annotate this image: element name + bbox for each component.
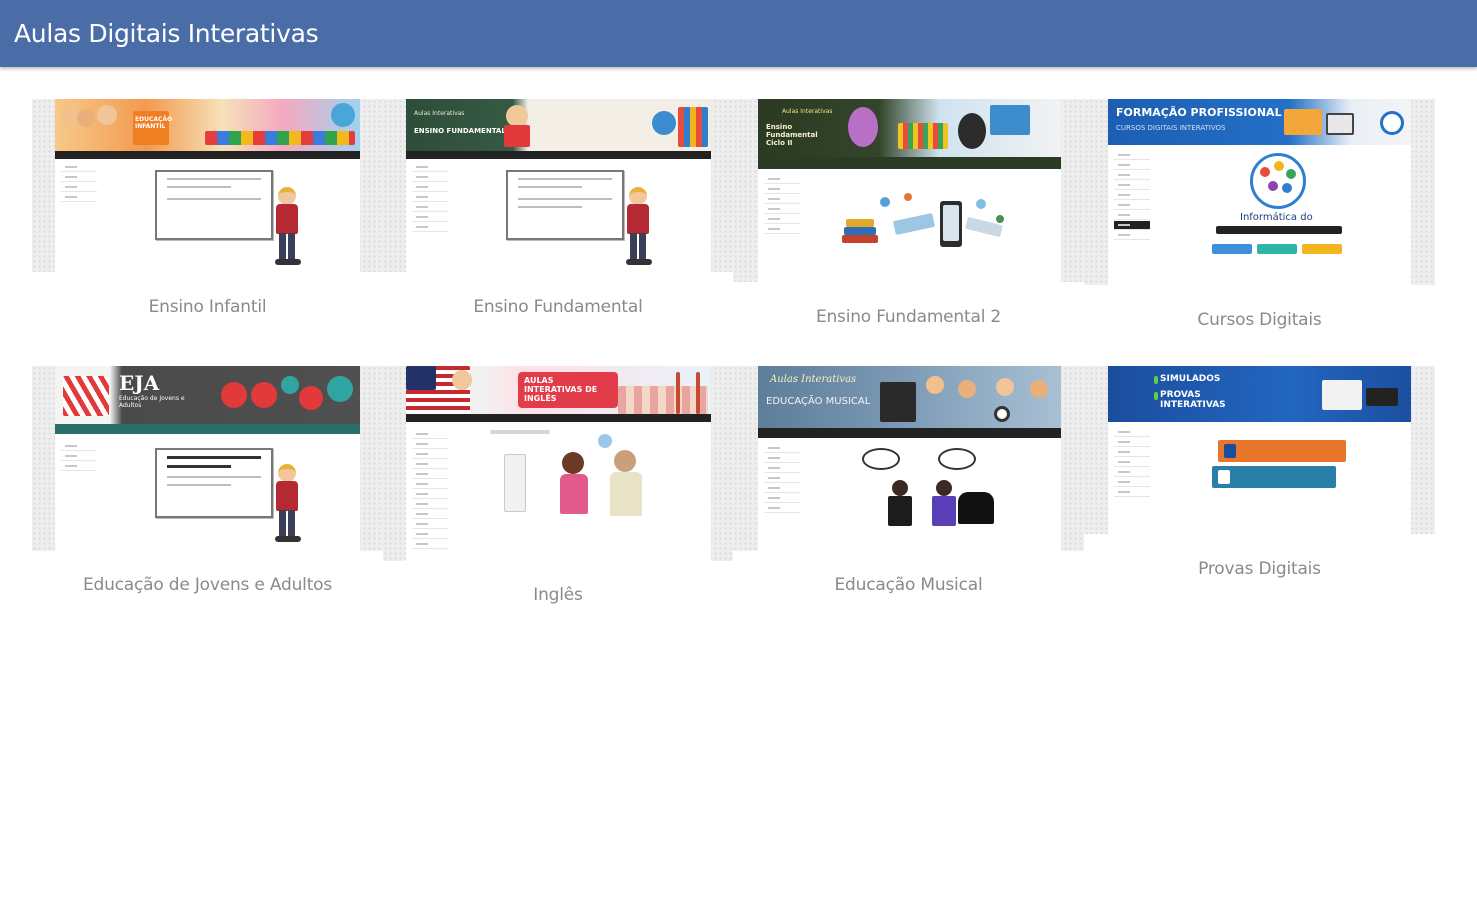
tile-caption[interactable]: Inglês: [383, 585, 733, 605]
tile-thumbnail[interactable]: EJA Educação de Jovens e Adultos: [32, 366, 383, 551]
banner-text: AULAS INTERATIVAS DE INGLÊS: [524, 376, 598, 404]
whiteboard: [155, 170, 273, 240]
whiteboard: [506, 170, 624, 240]
banner-subtitle: ENSINO FUNDAMENTAL I: [414, 127, 511, 135]
tile-caption[interactable]: Cursos Digitais: [1084, 310, 1435, 330]
banner-text: Aulas Interativas: [782, 108, 833, 115]
banner-image: EDUCAÇÃO INFANTIL: [55, 99, 360, 151]
sidebar-menu: [61, 442, 97, 472]
informatica-logo: [1250, 153, 1306, 209]
banner-subtitle: EDUCAÇÃO MUSICAL: [766, 396, 871, 407]
books-illustration: [840, 191, 1016, 263]
app-bar: Aulas Digitais Interativas: [0, 0, 1477, 67]
banner-text: SIMULADOS: [1160, 374, 1221, 384]
english-illustration: [490, 430, 666, 526]
tile-caption[interactable]: Educação de Jovens e Adultos: [32, 575, 383, 595]
character-illustration: [620, 187, 656, 267]
tile-caption[interactable]: Ensino Fundamental 2: [733, 307, 1084, 327]
tile-thumbnail[interactable]: AULAS INTERATIVAS DE INGLÊS: [383, 366, 733, 561]
app-title: Aulas Digitais Interativas: [14, 19, 319, 48]
action-button[interactable]: [1302, 244, 1342, 254]
banner-text: Aulas Interativas: [414, 110, 465, 117]
sidebar-menu: [764, 444, 800, 514]
sidebar-menu: [764, 175, 800, 235]
banner-subtitle: PROVAS INTERATIVAS: [1160, 390, 1226, 411]
banner-image: EJA Educação de Jovens e Adultos: [55, 366, 360, 424]
sidebar-menu: [1114, 151, 1150, 241]
tile-thumbnail[interactable]: Aulas Interativas EDUCAÇÃO MUSICAL: [733, 366, 1084, 551]
character-illustration: [269, 187, 305, 267]
character-illustration: [269, 464, 305, 544]
banner-text: Aulas Interativas: [770, 374, 857, 385]
tile-thumbnail[interactable]: Aulas Interativas ENSINO FUNDAMENTAL I: [383, 99, 733, 272]
banner-image: Aulas Interativas Ensino Fundamental Cic…: [758, 99, 1061, 157]
banner-subtitle: CURSOS DIGITAIS INTERATIVOS: [1116, 124, 1226, 132]
simulados-link-button[interactable]: [1212, 466, 1336, 488]
banner-text: EDUCAÇÃO INFANTIL: [135, 116, 173, 130]
tile-thumbnail[interactable]: EDUCAÇÃO INFANTIL: [32, 99, 383, 272]
music-illustration: [862, 448, 1002, 532]
banner-image: FORMAÇÃO PROFISSIONAL CURSOS DIGITAIS IN…: [1108, 99, 1411, 145]
action-button[interactable]: [1212, 244, 1252, 254]
tile-caption[interactable]: Provas Digitais: [1084, 559, 1435, 579]
provas-link-button[interactable]: [1218, 440, 1346, 462]
banner-subtitle: Ensino Fundamental Ciclo II: [766, 123, 818, 148]
action-button[interactable]: [1257, 244, 1297, 254]
tile-caption[interactable]: Ensino Fundamental: [383, 297, 733, 317]
tile-thumbnail[interactable]: SIMULADOS PROVAS INTERATIVAS: [1084, 366, 1435, 534]
tile-caption[interactable]: Ensino Infantil: [32, 297, 383, 317]
banner-image: SIMULADOS PROVAS INTERATIVAS: [1108, 366, 1411, 422]
tile-thumbnail[interactable]: FORMAÇÃO PROFISSIONAL CURSOS DIGITAIS IN…: [1084, 99, 1435, 285]
banner-text: FORMAÇÃO PROFISSIONAL: [1116, 106, 1282, 119]
tile-thumbnail[interactable]: Aulas Interativas Ensino Fundamental Cic…: [733, 99, 1084, 282]
sidebar-menu: [412, 163, 448, 233]
banner-subtitle: Educação de Jovens e Adultos: [119, 395, 185, 409]
banner-image: Aulas Interativas EDUCAÇÃO MUSICAL: [758, 366, 1061, 428]
whiteboard: [155, 448, 273, 518]
sidebar-menu: [1114, 428, 1150, 498]
banner-image: AULAS INTERATIVAS DE INGLÊS: [406, 366, 711, 414]
sidebar-menu: [61, 163, 97, 203]
banner-image: Aulas Interativas ENSINO FUNDAMENTAL I: [406, 99, 711, 151]
sidebar-menu: [412, 430, 448, 550]
tile-caption[interactable]: Educação Musical: [733, 575, 1084, 595]
banner-text: EJA: [119, 371, 160, 395]
body-heading: Informática do: [1240, 212, 1313, 223]
